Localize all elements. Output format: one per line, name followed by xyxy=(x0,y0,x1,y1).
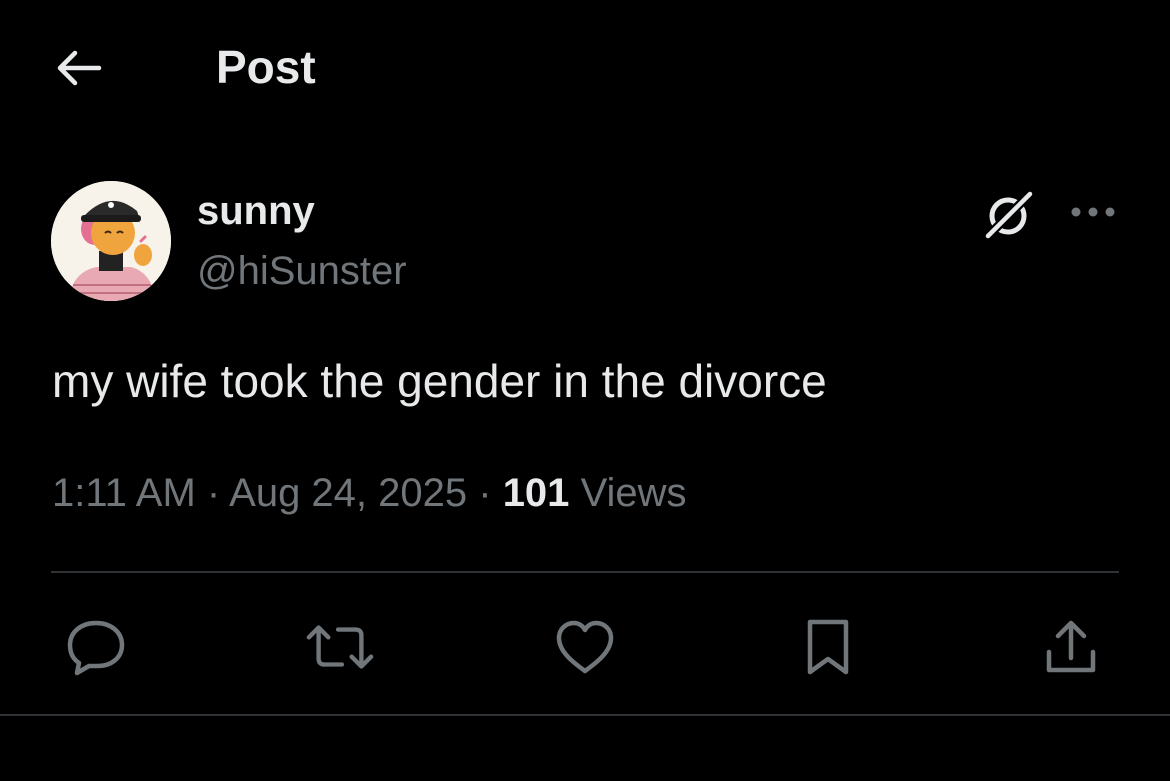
post-date[interactable]: Aug 24, 2025 xyxy=(229,471,467,515)
post-text: my wife took the gender in the divorce xyxy=(52,355,827,407)
repost-icon xyxy=(306,625,374,669)
top-bar: Post xyxy=(0,0,1170,130)
bookmark-button[interactable] xyxy=(793,612,863,682)
post-metadata: 1:11 AM · Aug 24, 2025 · 101 Views xyxy=(52,469,687,517)
author-handle[interactable]: @hiSunster xyxy=(197,247,407,295)
more-horizontal-icon xyxy=(1071,207,1115,217)
meta-separator: · xyxy=(195,471,230,515)
author-display-name[interactable]: sunny xyxy=(197,187,315,235)
page-title: Post xyxy=(216,41,316,93)
action-bar xyxy=(0,600,1170,690)
divider xyxy=(0,714,1170,716)
share-icon xyxy=(1046,620,1096,673)
heart-icon xyxy=(556,620,614,674)
views-count: 101 xyxy=(502,471,570,515)
meta-separator: · xyxy=(467,471,503,515)
reply-button[interactable] xyxy=(61,612,131,682)
avatar-illustration xyxy=(51,181,171,301)
views-label: Views xyxy=(580,471,687,515)
reply-icon xyxy=(67,620,125,676)
repost-button[interactable] xyxy=(305,612,375,682)
arrow-left-icon xyxy=(57,50,102,86)
more-options-button[interactable] xyxy=(1062,190,1124,234)
avatar[interactable] xyxy=(51,181,171,301)
grok-button[interactable] xyxy=(978,184,1040,246)
post-time[interactable]: 1:11 AM xyxy=(52,471,196,515)
divider xyxy=(51,571,1119,573)
grok-icon xyxy=(981,187,1037,243)
bookmark-icon xyxy=(807,619,849,675)
like-button[interactable] xyxy=(550,612,620,682)
back-button[interactable] xyxy=(48,38,108,98)
share-button[interactable] xyxy=(1036,612,1106,682)
